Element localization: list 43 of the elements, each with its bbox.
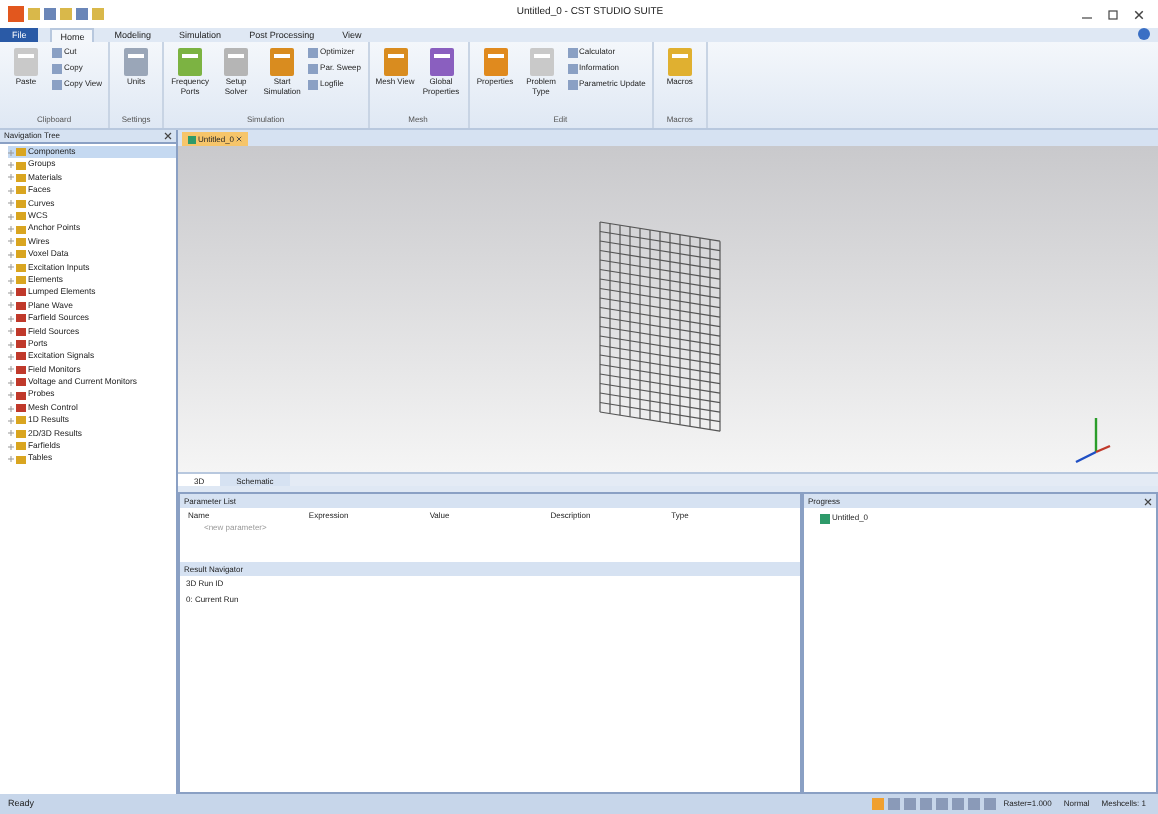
- app-logo-icon: [8, 6, 24, 22]
- expand-icon[interactable]: [8, 277, 14, 284]
- tool-icon: [665, 46, 694, 78]
- expand-icon[interactable]: [8, 417, 14, 424]
- axes-icon: [1075, 418, 1111, 464]
- restore-icon[interactable]: [1108, 9, 1118, 19]
- expand-icon[interactable]: [8, 366, 14, 373]
- expand-icon[interactable]: [8, 379, 14, 386]
- tool-icon: [381, 46, 410, 78]
- tool-icon: [222, 46, 251, 78]
- help-icon[interactable]: [1138, 28, 1150, 40]
- expand-icon[interactable]: [8, 341, 14, 348]
- expand-icon[interactable]: [8, 213, 14, 220]
- expand-icon[interactable]: [8, 328, 14, 335]
- expand-icon[interactable]: [8, 405, 14, 411]
- expand-icon[interactable]: [8, 456, 14, 463]
- expand-icon[interactable]: [8, 226, 14, 233]
- close-icon[interactable]: [1144, 497, 1152, 505]
- expand-icon[interactable]: [8, 238, 14, 245]
- expand-icon[interactable]: [8, 302, 14, 309]
- expand-icon[interactable]: [8, 315, 14, 322]
- close-icon[interactable]: [164, 132, 172, 140]
- expand-icon[interactable]: [8, 149, 14, 156]
- tool-icon: [268, 46, 297, 78]
- tool-icon: [176, 46, 205, 78]
- expand-icon[interactable]: [8, 174, 14, 181]
- close-icon[interactable]: [236, 136, 243, 142]
- tool-icon: [527, 46, 556, 78]
- expand-icon[interactable]: [8, 251, 14, 258]
- close-icon[interactable]: [1134, 9, 1144, 19]
- tool-icon: [427, 46, 456, 78]
- tool-icon: [122, 46, 151, 78]
- tool-icon: [12, 46, 40, 78]
- tool-icon: [481, 46, 510, 78]
- expand-icon[interactable]: [8, 353, 14, 360]
- expand-icon[interactable]: [8, 187, 14, 194]
- expand-icon[interactable]: [8, 200, 14, 207]
- expand-icon[interactable]: [8, 392, 14, 399]
- expand-icon[interactable]: [8, 264, 14, 271]
- expand-icon[interactable]: [8, 430, 14, 437]
- expand-icon[interactable]: [8, 289, 14, 296]
- expand-icon[interactable]: [8, 443, 14, 450]
- expand-icon[interactable]: [8, 162, 14, 169]
